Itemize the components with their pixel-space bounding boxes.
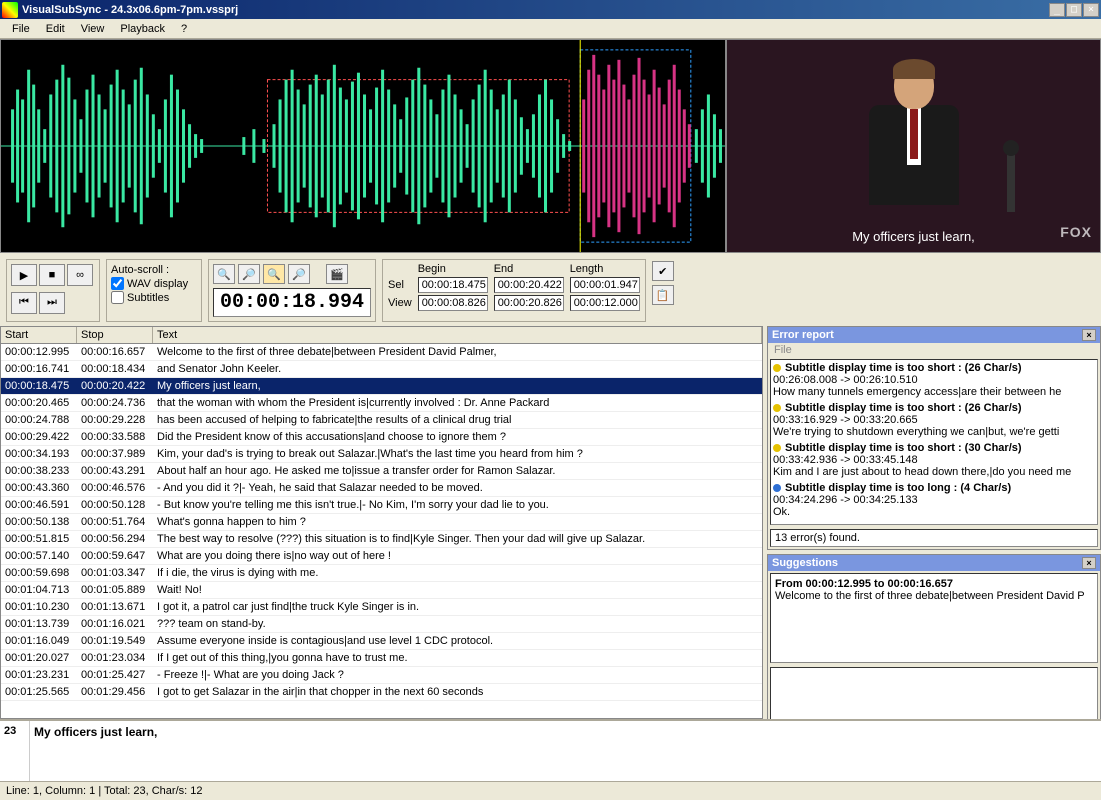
header-text[interactable]: Text [153, 327, 762, 343]
zoom-panel: 🔍 🔎 🔍 🔎 🎬 00:00:18.994 [208, 259, 376, 322]
table-row[interactable]: 00:00:34.19300:00:37.989Kim, your dad's … [1, 446, 762, 463]
app-icon [2, 2, 18, 18]
error-item[interactable]: Subtitle display time is too short : (26… [773, 362, 1095, 398]
zoom-all-button[interactable]: 🔎 [288, 264, 310, 284]
table-row[interactable]: 00:00:12.99500:00:16.657Welcome to the f… [1, 344, 762, 361]
table-row[interactable]: 00:00:51.81500:00:56.294The best way to … [1, 531, 762, 548]
view-length-field: 00:00:12.000 [570, 295, 640, 311]
suggestions-title: Suggestions [772, 557, 838, 569]
view-begin-field[interactable]: 00:00:08.826 [418, 295, 488, 311]
table-row[interactable]: 00:00:46.59100:00:50.128- But know you'r… [1, 497, 762, 514]
sel-length-field: 00:00:01.947 [570, 277, 640, 293]
current-time-display: 00:00:18.994 [213, 288, 371, 317]
suggestions-close-icon[interactable]: × [1082, 557, 1096, 569]
table-row[interactable]: 00:01:16.04900:01:19.549Assume everyone … [1, 633, 762, 650]
menubar: File Edit View Playback ? [0, 19, 1101, 39]
subtitle-editor[interactable]: 23 My officers just learn, [0, 719, 1101, 781]
video-caption: My officers just learn, [727, 229, 1100, 244]
subtitle-grid[interactable]: Start Stop Text 00:00:12.99500:00:16.657… [0, 326, 763, 719]
zoom-sel-button[interactable]: 🔍 [263, 264, 285, 284]
table-row[interactable]: 00:01:04.71300:01:05.889Wait! No! [1, 582, 762, 599]
table-row[interactable]: 00:01:20.02700:01:23.034If I get out of … [1, 650, 762, 667]
grid-header: Start Stop Text [1, 327, 762, 344]
error-report-panel: Error report × File Subtitle display tim… [767, 326, 1101, 550]
error-item[interactable]: Subtitle display time is too long : (4 C… [773, 482, 1095, 518]
suggestion-text: Welcome to the first of three debate|bet… [775, 590, 1093, 602]
subtitles-checkbox[interactable]: Subtitles [111, 291, 197, 304]
sel-end-field[interactable]: 00:00:20.422 [494, 277, 564, 293]
selection-view-panel: BeginEndLength Sel 00:00:18.475 00:00:20… [382, 259, 646, 322]
table-row[interactable]: 00:00:50.13800:00:51.764What's gonna hap… [1, 514, 762, 531]
scene-button[interactable]: 🎬 [326, 264, 348, 284]
error-report-close-icon[interactable]: × [1082, 329, 1096, 341]
wav-display-checkbox[interactable]: WAV display [111, 277, 197, 290]
close-button[interactable]: × [1083, 3, 1099, 17]
paste-button[interactable]: 📋 [652, 285, 674, 305]
minimize-button[interactable]: _ [1049, 3, 1065, 17]
editor-text-input[interactable]: My officers just learn, [30, 721, 1101, 781]
table-row[interactable]: 00:00:16.74100:00:18.434and Senator John… [1, 361, 762, 378]
table-row[interactable]: 00:00:18.47500:00:20.422My officers just… [1, 378, 762, 395]
titlebar: VisualSubSync - 24.3x06.6pm-7pm.vssprj _… [0, 0, 1101, 19]
video-network-logo: FOX [1060, 224, 1092, 240]
table-row[interactable]: 00:01:25.56500:01:29.456I got to get Sal… [1, 684, 762, 701]
table-row[interactable]: 00:01:10.23000:01:13.671I got it, a patr… [1, 599, 762, 616]
autoscroll-label: Auto-scroll : [111, 264, 197, 276]
error-count-label: 13 error(s) found. [770, 529, 1098, 547]
stop-button[interactable]: ■ [39, 264, 65, 286]
window-title: VisualSubSync - 24.3x06.6pm-7pm.vssprj [22, 4, 1049, 16]
table-row[interactable]: 00:00:57.14000:00:59.647What are you doi… [1, 548, 762, 565]
header-stop[interactable]: Stop [77, 327, 153, 343]
autoscroll-panel: Auto-scroll : WAV display Subtitles [106, 259, 202, 322]
table-row[interactable]: 00:00:20.46500:00:24.736that the woman w… [1, 395, 762, 412]
video-preview[interactable]: My officers just learn, FOX [726, 39, 1101, 253]
sel-begin-field[interactable]: 00:00:18.475 [418, 277, 488, 293]
table-row[interactable]: 00:01:23.23100:01:25.427- Freeze !|- Wha… [1, 667, 762, 684]
header-start[interactable]: Start [1, 327, 77, 343]
error-report-title: Error report [772, 329, 834, 341]
suggestion-input-area[interactable] [770, 667, 1098, 727]
error-item[interactable]: Subtitle display time is too short : (26… [773, 402, 1095, 438]
play-button[interactable]: ▶ [11, 264, 37, 286]
zoom-out-button[interactable]: 🔎 [238, 264, 260, 284]
suggestions-panel: Suggestions × From 00:00:12.995 to 00:00… [767, 554, 1101, 730]
check-button[interactable]: ✔ [652, 261, 674, 281]
editor-line-number: 23 [0, 721, 30, 781]
waveform-display[interactable] [0, 39, 726, 253]
table-row[interactable]: 00:00:59.69800:01:03.347If i die, the vi… [1, 565, 762, 582]
zoom-in-button[interactable]: 🔍 [213, 264, 235, 284]
menu-help[interactable]: ? [173, 21, 195, 37]
prev-button[interactable]: ⏮ [11, 292, 37, 314]
table-row[interactable]: 00:00:43.36000:00:46.576- And you did it… [1, 480, 762, 497]
table-row[interactable]: 00:00:38.23300:00:43.291About half an ho… [1, 463, 762, 480]
menu-playback[interactable]: Playback [112, 21, 173, 37]
table-row[interactable]: 00:00:24.78800:00:29.228has been accused… [1, 412, 762, 429]
table-row[interactable]: 00:00:29.42200:00:33.588Did the Presiden… [1, 429, 762, 446]
suggestion-range: From 00:00:12.995 to 00:00:16.657 [775, 578, 1093, 590]
playback-panel: ▶ ■ ∞ ⏮ ⏭ [6, 259, 100, 322]
menu-edit[interactable]: Edit [38, 21, 73, 37]
error-report-file-menu[interactable]: File [768, 343, 1100, 357]
table-row[interactable]: 00:01:13.73900:01:16.021??? team on stan… [1, 616, 762, 633]
loop-button[interactable]: ∞ [67, 264, 93, 286]
maximize-button[interactable]: □ [1066, 3, 1082, 17]
statusbar: Line: 1, Column: 1 | Total: 23, Char/s: … [0, 781, 1101, 800]
error-item[interactable]: Subtitle display time is too short : (30… [773, 442, 1095, 478]
view-end-field[interactable]: 00:00:20.826 [494, 295, 564, 311]
menu-view[interactable]: View [73, 21, 113, 37]
next-button[interactable]: ⏭ [39, 292, 65, 314]
menu-file[interactable]: File [4, 21, 38, 37]
